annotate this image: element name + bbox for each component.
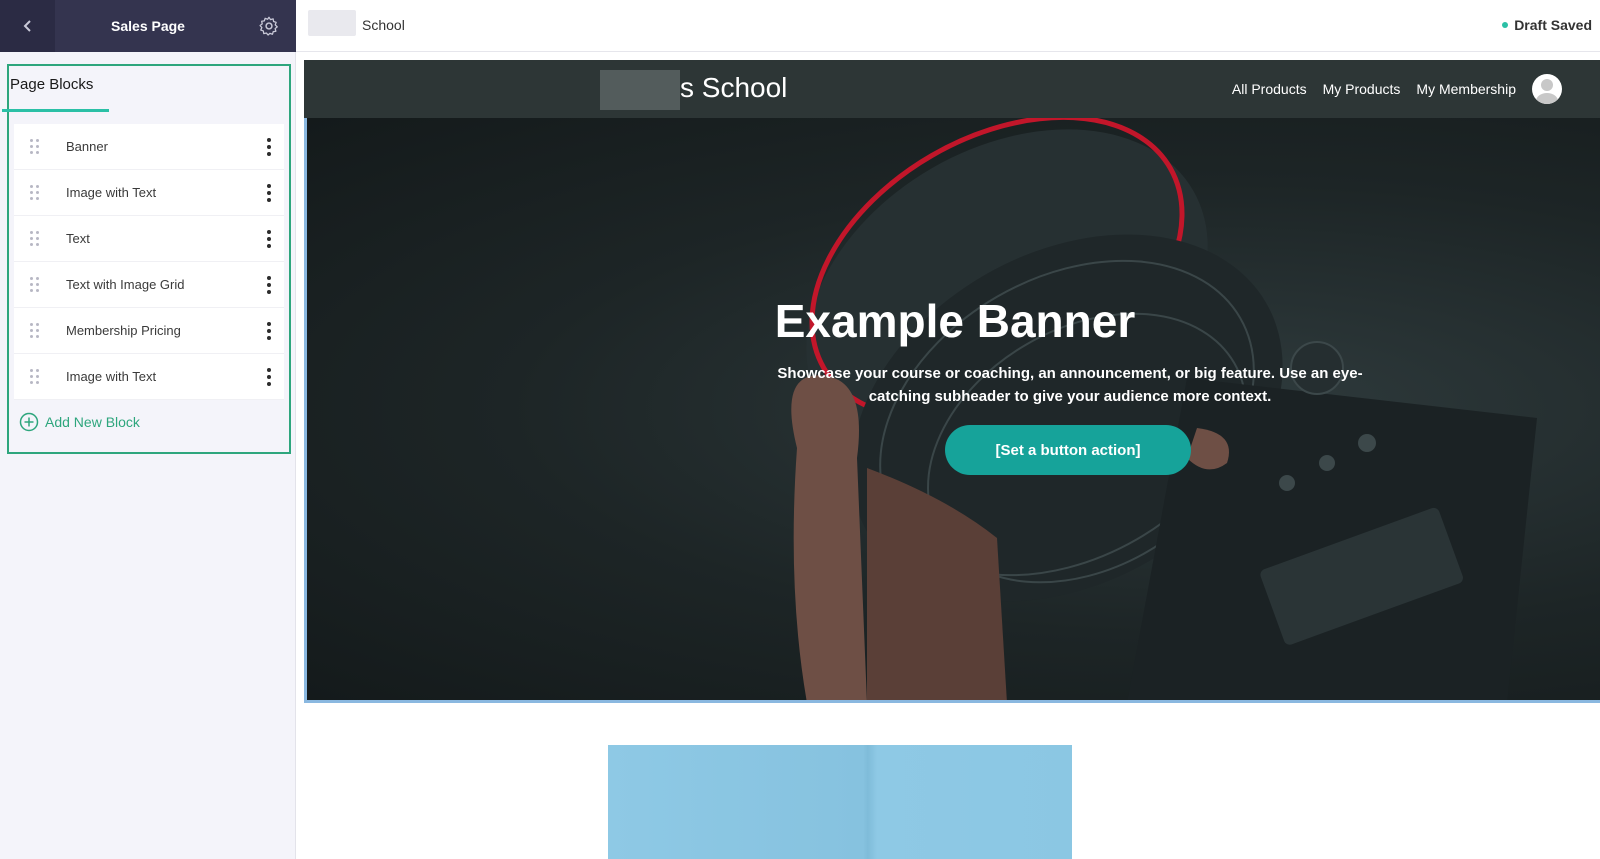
more-options-icon[interactable]	[254, 183, 284, 202]
plus-circle-icon	[19, 412, 39, 432]
heading-underline	[2, 109, 109, 112]
more-options-icon[interactable]	[254, 367, 284, 386]
block-label: Membership Pricing	[66, 323, 181, 338]
drag-handle-icon[interactable]	[14, 139, 54, 154]
banner-cta-button[interactable]: [Set a button action]	[945, 425, 1191, 475]
more-options-icon[interactable]	[254, 321, 284, 340]
nav-link-my-products[interactable]: My Products	[1323, 81, 1401, 97]
sidebar-title: Sales Page	[111, 18, 185, 34]
camera-photo-background	[791, 118, 1537, 700]
add-new-block-label: Add New Block	[45, 414, 140, 430]
editor-topbar: School Draft Saved	[296, 0, 1600, 52]
sidebar-header: Sales Page	[0, 0, 296, 52]
chevron-left-icon	[23, 20, 31, 32]
block-item-text[interactable]: Text	[14, 216, 284, 262]
block-item-text-with-image-grid[interactable]: Text with Image Grid	[14, 262, 284, 308]
drag-handle-icon[interactable]	[14, 231, 54, 246]
banner-title: Example Banner	[774, 295, 1136, 347]
block-label: Image with Text	[66, 369, 157, 384]
gear-icon	[258, 16, 278, 36]
more-options-icon[interactable]	[254, 229, 284, 248]
site-logo-placeholder	[600, 70, 680, 110]
block-label: Banner	[66, 139, 108, 154]
nav-link-my-membership[interactable]: My Membership	[1416, 81, 1516, 97]
block-item-banner[interactable]: Banner	[14, 124, 284, 170]
banner-subtitle: Showcase your course or coaching, an ann…	[777, 365, 1363, 405]
save-status-label: Draft Saved	[1514, 17, 1592, 33]
school-name: School	[362, 17, 405, 33]
drag-handle-icon[interactable]	[14, 277, 54, 292]
settings-button[interactable]	[241, 0, 296, 52]
school-logo-placeholder	[308, 10, 356, 36]
block-item-image-with-text[interactable]: Image with Text	[14, 170, 284, 216]
site-navbar: s School All Products My Products My Mem…	[304, 60, 1600, 118]
editor-sidebar: Sales Page Page Blocks Banner Image with…	[0, 0, 296, 859]
block-item-image-with-text-2[interactable]: Image with Text	[14, 354, 284, 400]
page-preview: s School All Products My Products My Mem…	[304, 60, 1600, 859]
page-blocks-panel: Page Blocks Banner Image with Text Text …	[2, 64, 291, 454]
block-list: Banner Image with Text Text Text with Im…	[14, 124, 284, 400]
more-options-icon[interactable]	[254, 275, 284, 294]
block-item-membership-pricing[interactable]: Membership Pricing	[14, 308, 284, 354]
more-options-icon[interactable]	[254, 137, 284, 156]
nav-link-all-products[interactable]: All Products	[1232, 81, 1307, 97]
block-label: Text with Image Grid	[66, 277, 185, 292]
block-label: Image with Text	[66, 185, 157, 200]
banner-block[interactable]: Example Banner Showcase your course or c…	[304, 118, 1600, 703]
save-status: Draft Saved	[1502, 17, 1592, 33]
avatar[interactable]	[1532, 74, 1562, 104]
drag-handle-icon[interactable]	[14, 185, 54, 200]
block-label: Text	[66, 231, 90, 246]
image-with-text-image[interactable]	[608, 745, 1072, 859]
add-new-block-button[interactable]: Add New Block	[19, 412, 140, 432]
back-button[interactable]	[0, 0, 55, 52]
drag-handle-icon[interactable]	[14, 323, 54, 338]
page-blocks-heading: Page Blocks	[10, 76, 94, 93]
status-dot-icon	[1502, 22, 1509, 28]
site-nav-links: All Products My Products My Membership	[1232, 81, 1516, 97]
drag-handle-icon[interactable]	[14, 369, 54, 384]
site-logo[interactable]: s School	[680, 72, 787, 104]
